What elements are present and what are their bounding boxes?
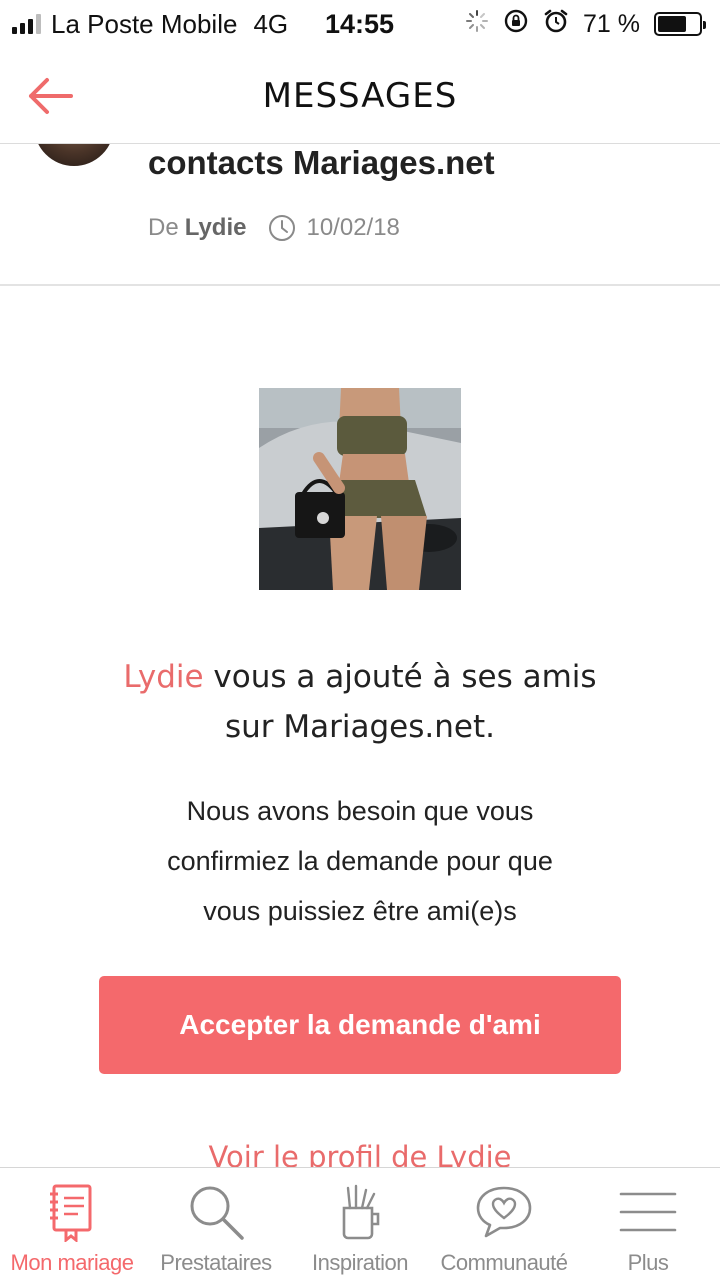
sender-avatar[interactable] [34, 144, 114, 166]
info-line: vous puissiez être ami(e)s [203, 896, 517, 926]
activity-spinner-icon [465, 9, 489, 40]
battery-icon [654, 12, 706, 36]
message-header: contacts Mariages.net De Lydie 10/02/18 [0, 144, 720, 286]
info-line: confirmiez la demande pour que [167, 846, 553, 876]
nav-label: Inspiration [311, 1250, 409, 1275]
inspiration-cup-icon [336, 1180, 384, 1244]
message-subject: contacts Mariages.net [148, 144, 495, 181]
nav-item-mon-mariage[interactable]: Mon mariage [0, 1168, 144, 1277]
heart-bubble-icon [474, 1180, 534, 1244]
alarm-icon [543, 8, 569, 41]
sender-name[interactable]: Lydie [185, 214, 247, 242]
accept-friend-request-button[interactable]: Accepter la demande d'ami [99, 976, 621, 1074]
nav-item-plus[interactable]: Plus [576, 1168, 720, 1277]
bottom-navigation: Mon mariage Prestataires Inspiration Com… [0, 1167, 720, 1277]
nav-label: Mon mariage [10, 1250, 134, 1275]
search-icon [186, 1180, 246, 1244]
nav-label: Communauté [440, 1250, 568, 1275]
status-bar: La Poste Mobile 4G 14:55 71 % [0, 0, 720, 48]
nav-item-communaute[interactable]: Communauté [432, 1168, 576, 1277]
page-title: MESSAGES [262, 76, 458, 116]
friend-added-text: vous a ajouté à ses amis [203, 659, 597, 695]
from-prefix: De [148, 214, 179, 241]
carrier-name: La Poste Mobile [51, 8, 238, 39]
notebook-icon [48, 1180, 96, 1244]
battery-percent: 71 % [583, 9, 640, 38]
orientation-lock-icon [503, 8, 529, 41]
message-date: 10/02/18 [306, 214, 400, 241]
menu-icon [619, 1180, 677, 1244]
app-header: MESSAGES [0, 48, 720, 144]
status-left: La Poste Mobile 4G [12, 6, 288, 42]
friend-added-line-1: Lydie vous a ajouté à ses amis [60, 652, 660, 702]
status-time: 14:55 [325, 9, 395, 39]
signal-strength-icon [12, 14, 41, 34]
nav-label: Prestataires [160, 1250, 272, 1275]
confirmation-info: Nous avons besoin que vous confirmiez la… [80, 786, 640, 936]
clock-icon [268, 214, 296, 242]
network-type: 4G [253, 8, 289, 39]
message-meta: De Lydie 10/02/18 [148, 214, 400, 242]
sender-profile-photo[interactable] [259, 388, 461, 590]
friend-added-line-2: sur Mariages.net. [225, 709, 495, 745]
sender-name-link[interactable]: Lydie [123, 659, 203, 695]
nav-item-inspiration[interactable]: Inspiration [288, 1168, 432, 1277]
nav-label: Plus [627, 1250, 669, 1275]
friend-added-message: Lydie vous a ajouté à ses amis sur Maria… [60, 652, 660, 752]
status-right: 71 % [465, 6, 706, 42]
nav-item-prestataires[interactable]: Prestataires [144, 1168, 288, 1277]
info-line: Nous avons besoin que vous [186, 796, 534, 826]
